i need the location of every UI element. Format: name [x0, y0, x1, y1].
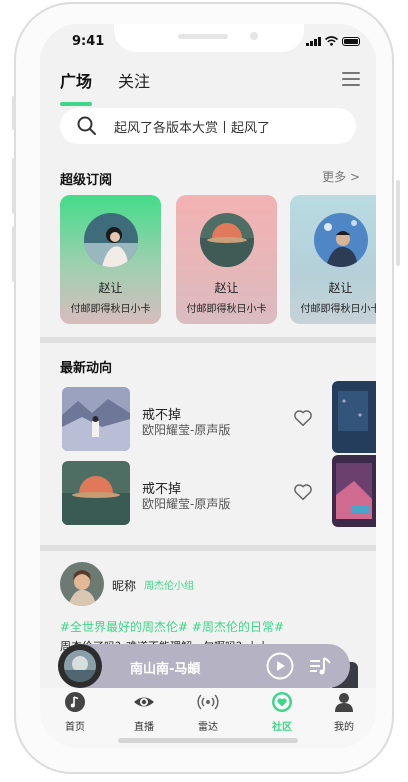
card-name: 赵让	[328, 281, 353, 295]
song-side-cover	[332, 381, 376, 453]
playlist-icon[interactable]	[308, 654, 332, 678]
side-button	[12, 96, 16, 130]
status-icons	[306, 36, 360, 46]
notch	[114, 24, 304, 52]
card-subtitle: 付邮即得秋日小卡	[186, 304, 267, 315]
mini-player[interactable]: 南山南-马頔	[58, 644, 350, 688]
status-time: 9:41	[72, 34, 105, 49]
search-icon	[77, 116, 96, 135]
list-item[interactable]: 戒不掉 欧阳耀莹-原声版	[40, 381, 376, 455]
player-song-title: 南山南-马頔	[130, 662, 201, 677]
heart-icon[interactable]	[292, 481, 314, 503]
heart-icon[interactable]	[292, 407, 314, 429]
side-button	[12, 158, 16, 214]
tab-radar[interactable]: 雷达	[178, 688, 238, 736]
play-icon[interactable]	[266, 652, 294, 680]
section-divider	[40, 337, 376, 343]
list-item[interactable]: 戒不掉 欧阳耀莹-原声版	[40, 455, 376, 529]
section-divider	[40, 545, 376, 551]
app-screen: 9:41 广场 关注 起风了各版本大赏丨起风了 超级订阅 更多 > 赵让 付邮即…	[40, 24, 376, 748]
tab-community[interactable]: 社区	[252, 688, 312, 736]
card-name: 赵让	[214, 281, 239, 295]
card-subtitle: 付邮即得秋日小卡	[300, 304, 377, 315]
battery-icon	[342, 37, 360, 46]
status-bar: 9:41	[40, 24, 376, 60]
post-nickname[interactable]: 昵称	[112, 577, 136, 594]
tab-mine[interactable]: 我的	[314, 688, 374, 736]
tab-label: 我的	[334, 722, 354, 733]
subscription-card[interactable]: 赵让 付邮即得秋日小卡	[60, 195, 161, 324]
user-icon	[335, 693, 353, 712]
avatar[interactable]	[60, 562, 104, 606]
post-group-link[interactable]: 周杰伦小组	[144, 577, 194, 592]
music-note-icon	[65, 692, 85, 712]
section-title-subscriptions: 超级订阅	[60, 173, 113, 188]
wifi-icon	[325, 36, 338, 46]
song-artist: 欧阳耀莹-原声版	[142, 497, 231, 511]
avatar	[200, 213, 254, 267]
eye-icon	[134, 697, 154, 707]
card-subtitle: 付邮即得秋日小卡	[70, 304, 151, 315]
search-bar[interactable]: 起风了各版本大赏丨起风了	[60, 108, 356, 144]
subscription-card[interactable]: 赵让 付邮即得秋日小卡	[176, 195, 277, 324]
avatar	[314, 213, 368, 267]
post-tags[interactable]: #全世界最好的周杰伦# #周杰伦的日常#	[60, 618, 284, 635]
search-placeholder: 起风了各版本大赏丨起风了	[114, 120, 271, 136]
subscription-cards: 赵让 付邮即得秋日小卡 赵让 付邮即得秋日小卡 赵让 付邮即得秋日小卡	[60, 195, 376, 325]
side-button	[396, 180, 400, 266]
tab-square[interactable]: 广场	[60, 68, 93, 106]
tab-label: 社区	[272, 722, 292, 733]
tab-label: 雷达	[198, 722, 218, 733]
song-cover	[62, 461, 130, 525]
heart-circle-icon	[272, 692, 292, 712]
subscription-card[interactable]: 赵让 付邮即得秋日小卡	[290, 195, 376, 324]
tab-label: 直播	[134, 722, 154, 733]
tab-home[interactable]: 首页	[45, 688, 105, 736]
song-side-cover	[332, 455, 376, 527]
more-link[interactable]: 更多 >	[322, 168, 360, 185]
song-cover	[62, 387, 130, 451]
song-artist: 欧阳耀莹-原声版	[142, 423, 231, 437]
radar-icon	[197, 694, 219, 710]
card-name: 赵让	[98, 281, 123, 295]
tab-live[interactable]: 直播	[114, 688, 174, 736]
tab-following[interactable]: 关注	[118, 68, 150, 100]
tab-label: 首页	[65, 722, 85, 733]
avatar	[84, 213, 138, 267]
section-title-latest: 最新动向	[60, 361, 113, 376]
top-tabs: 广场 关注	[60, 68, 150, 106]
player-disc	[58, 644, 102, 688]
signal-icon	[306, 37, 321, 46]
hamburger-menu-icon[interactable]	[342, 72, 360, 90]
side-button	[12, 226, 16, 282]
home-indicator	[118, 738, 298, 743]
